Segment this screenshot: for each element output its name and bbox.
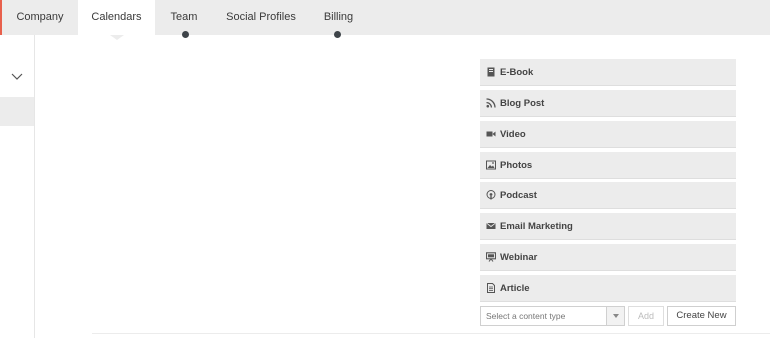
envelope-icon [485,220,497,232]
caret-down-icon [612,314,619,318]
presentation-icon [485,251,497,263]
tab-company[interactable]: Company [2,0,78,35]
select-arrow[interactable] [606,307,624,325]
photo-icon [485,159,497,171]
chevron-down-icon[interactable] [10,71,24,81]
content-type-label: Blog Post [500,97,545,109]
content-type-label: Email Marketing [500,220,573,232]
content-type-label: Podcast [500,189,537,201]
content-type-label: Webinar [500,251,538,263]
active-tab-caret [110,35,124,40]
select-placeholder: Select a content type [486,311,566,321]
team-indicator-dot [182,31,189,38]
top-tab-bar: Company Calendars Team Social Profiles B… [0,0,770,38]
content-type-select[interactable]: Select a content type [480,306,625,326]
content-type-email-marketing[interactable]: Email Marketing [480,213,736,240]
document-icon [485,282,497,294]
rail-selected-item[interactable] [0,97,34,126]
content-type-photos[interactable]: Photos [480,152,736,179]
content-type-video[interactable]: Video [480,121,736,148]
tab-team[interactable]: Team [155,0,213,35]
content-type-podcast[interactable]: Podcast [480,182,736,209]
video-camera-icon [485,128,497,140]
billing-indicator-dot [334,31,341,38]
content-type-ebook[interactable]: E-Book [480,59,736,86]
content-type-label: Article [500,282,530,294]
content-type-label: E-Book [500,66,534,78]
left-rail [0,35,35,338]
book-icon [485,66,497,78]
content-type-label: Photos [500,159,533,171]
tab-billing[interactable]: Billing [309,0,368,35]
create-new-button[interactable]: Create New [667,306,736,326]
add-button[interactable]: Add [628,306,664,326]
divider [92,333,770,334]
content-type-article[interactable]: Article [480,275,736,302]
content-type-blog-post[interactable]: Blog Post [480,90,736,117]
rss-icon [485,97,497,109]
tab-social-profiles[interactable]: Social Profiles [213,0,309,35]
podcast-icon [485,189,497,201]
content-type-label: Video [500,128,526,140]
content-type-webinar[interactable]: Webinar [480,244,736,271]
tab-calendars[interactable]: Calendars [78,0,155,35]
